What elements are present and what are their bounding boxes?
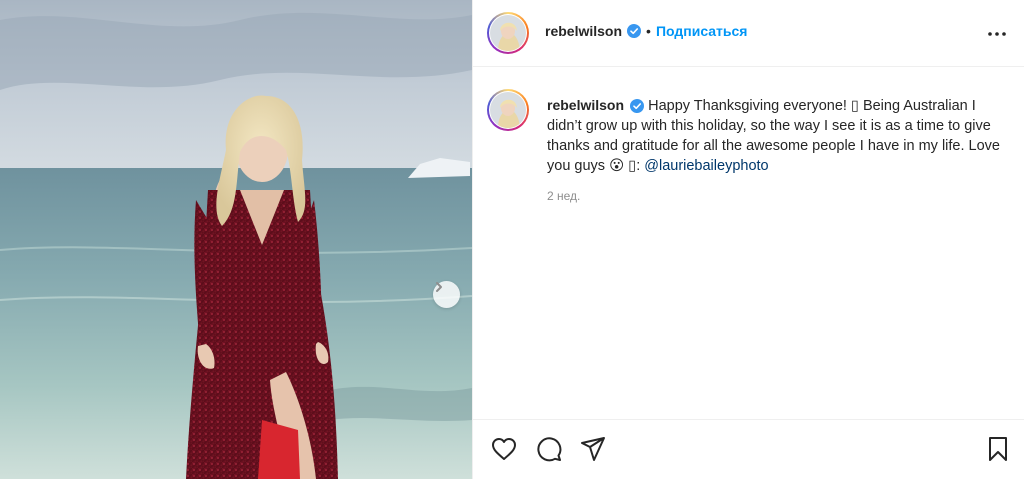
photo-scene: [0, 0, 472, 479]
save-button[interactable]: [983, 434, 1013, 464]
action-bar: [473, 419, 1024, 479]
verified-badge-icon: [630, 99, 645, 114]
post-timestamp[interactable]: 2 нед.: [547, 189, 580, 203]
chevron-right-icon: [436, 282, 442, 292]
username-link[interactable]: rebelwilson: [545, 23, 622, 39]
comment-icon: [537, 437, 562, 462]
follow-button[interactable]: Подписаться: [656, 23, 748, 39]
caption-text: rebelwilson Happy Thanksgiving everyone!…: [547, 95, 1007, 176]
avatar-image: [490, 15, 526, 51]
more-options-button[interactable]: [983, 22, 1011, 46]
heart-icon: [492, 438, 516, 460]
share-button[interactable]: [578, 434, 608, 464]
caption-section: rebelwilson Happy Thanksgiving everyone!…: [473, 67, 1024, 419]
comment-button[interactable]: [534, 434, 564, 464]
verified-badge-icon: [627, 24, 642, 38]
avatar[interactable]: [487, 12, 529, 54]
carousel-next-button[interactable]: [433, 281, 460, 308]
caption-username-link[interactable]: rebelwilson: [547, 97, 624, 113]
mention-link[interactable]: @lauriebaileyphoto: [644, 158, 768, 174]
more-options-icon: [988, 32, 1006, 36]
post-side-panel: rebelwilson • Подписаться rebelwilson Ha…: [472, 0, 1024, 479]
post-header: rebelwilson • Подписаться: [473, 0, 1024, 67]
post-photo[interactable]: [0, 0, 472, 479]
avatar-image: [490, 92, 526, 128]
header-user: rebelwilson • Подписаться: [545, 23, 747, 39]
caption-avatar[interactable]: [487, 89, 529, 131]
like-button[interactable]: [489, 434, 519, 464]
separator-dot: •: [646, 23, 651, 39]
send-icon: [581, 437, 605, 461]
bookmark-icon: [989, 437, 1007, 461]
